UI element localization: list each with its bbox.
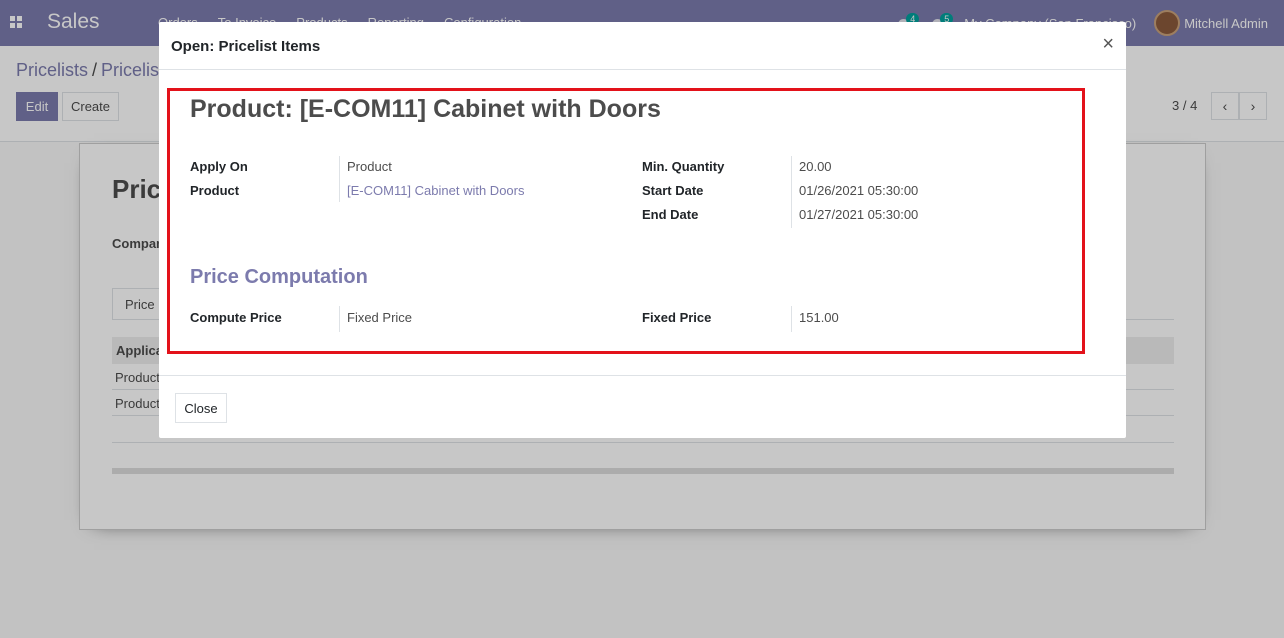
compute-price-value: Fixed Price [347,310,413,325]
field-divider [791,306,792,332]
field-divider [339,306,340,332]
close-icon[interactable]: × [1102,33,1114,56]
highlight-box [167,88,1085,354]
product-label: Product [190,183,240,198]
dialog-header: Open: Pricelist Items × [159,22,1126,70]
product-link[interactable]: [E-COM11] Cabinet with Doors [347,183,525,198]
min-quantity-label: Min. Quantity [642,159,725,174]
compute-price-label: Compute Price [190,310,282,325]
apply-on-label: Apply On [190,159,248,174]
fixed-price-label: Fixed Price [642,310,712,325]
fixed-price-value: 151.00 [799,310,839,325]
end-date-value: 01/27/2021 05:30:00 [799,207,919,222]
min-quantity-value: 20.00 [799,159,832,174]
dialog-footer: Close [159,375,1126,438]
section-title-price-computation: Price Computation [190,266,368,288]
field-divider [791,156,792,228]
record-title: Product: [E-COM11] Cabinet with Doors [190,95,661,123]
apply-on-value: Product [347,159,392,174]
start-date-value: 01/26/2021 05:30:00 [799,183,919,198]
end-date-label: End Date [642,207,699,222]
pricelist-item-dialog: Open: Pricelist Items × Product: [E-COM1… [159,22,1126,438]
start-date-label: Start Date [642,183,704,198]
close-button[interactable]: Close [175,393,227,423]
field-divider [339,156,340,202]
dialog-title: Open: Pricelist Items [171,38,321,55]
